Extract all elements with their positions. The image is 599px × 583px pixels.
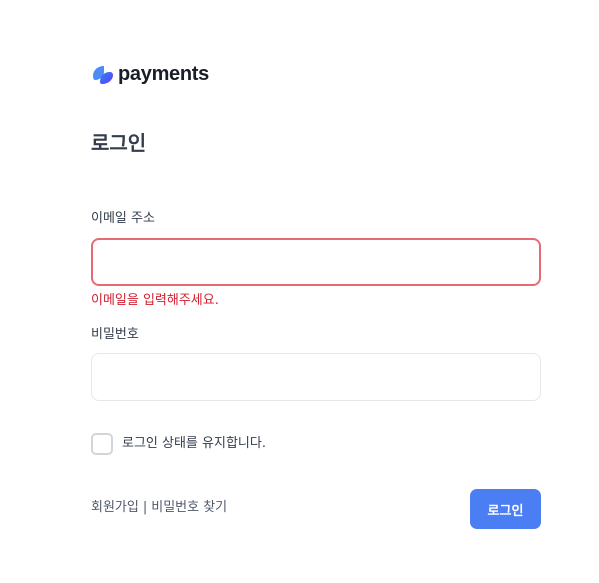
footer-separator: | [142,500,148,515]
brand-name: payments [118,63,209,85]
email-input[interactable] [91,238,541,286]
find-password-link[interactable]: 비밀번호 찾기 [151,499,227,517]
password-input[interactable] [91,353,541,401]
signup-link[interactable]: 회원가입 [91,499,139,517]
email-error-message: 이메일을 입력해주세요. [91,293,219,308]
remember-me-label[interactable]: 로그인 상태를 유지합니다. [122,433,266,455]
remember-me-row[interactable]: 로그인 상태를 유지합니다. [91,433,266,455]
login-button[interactable]: 로그인 [470,489,541,529]
page-title: 로그인 [91,131,147,155]
payments-logo-icon [93,66,113,84]
remember-me-checkbox[interactable] [91,433,113,455]
footer-links: 회원가입 | 비밀번호 찾기 [91,499,227,517]
password-label: 비밀번호 [91,327,139,342]
email-label: 이메일 주소 [91,211,155,226]
brand-logo: payments [91,62,209,86]
